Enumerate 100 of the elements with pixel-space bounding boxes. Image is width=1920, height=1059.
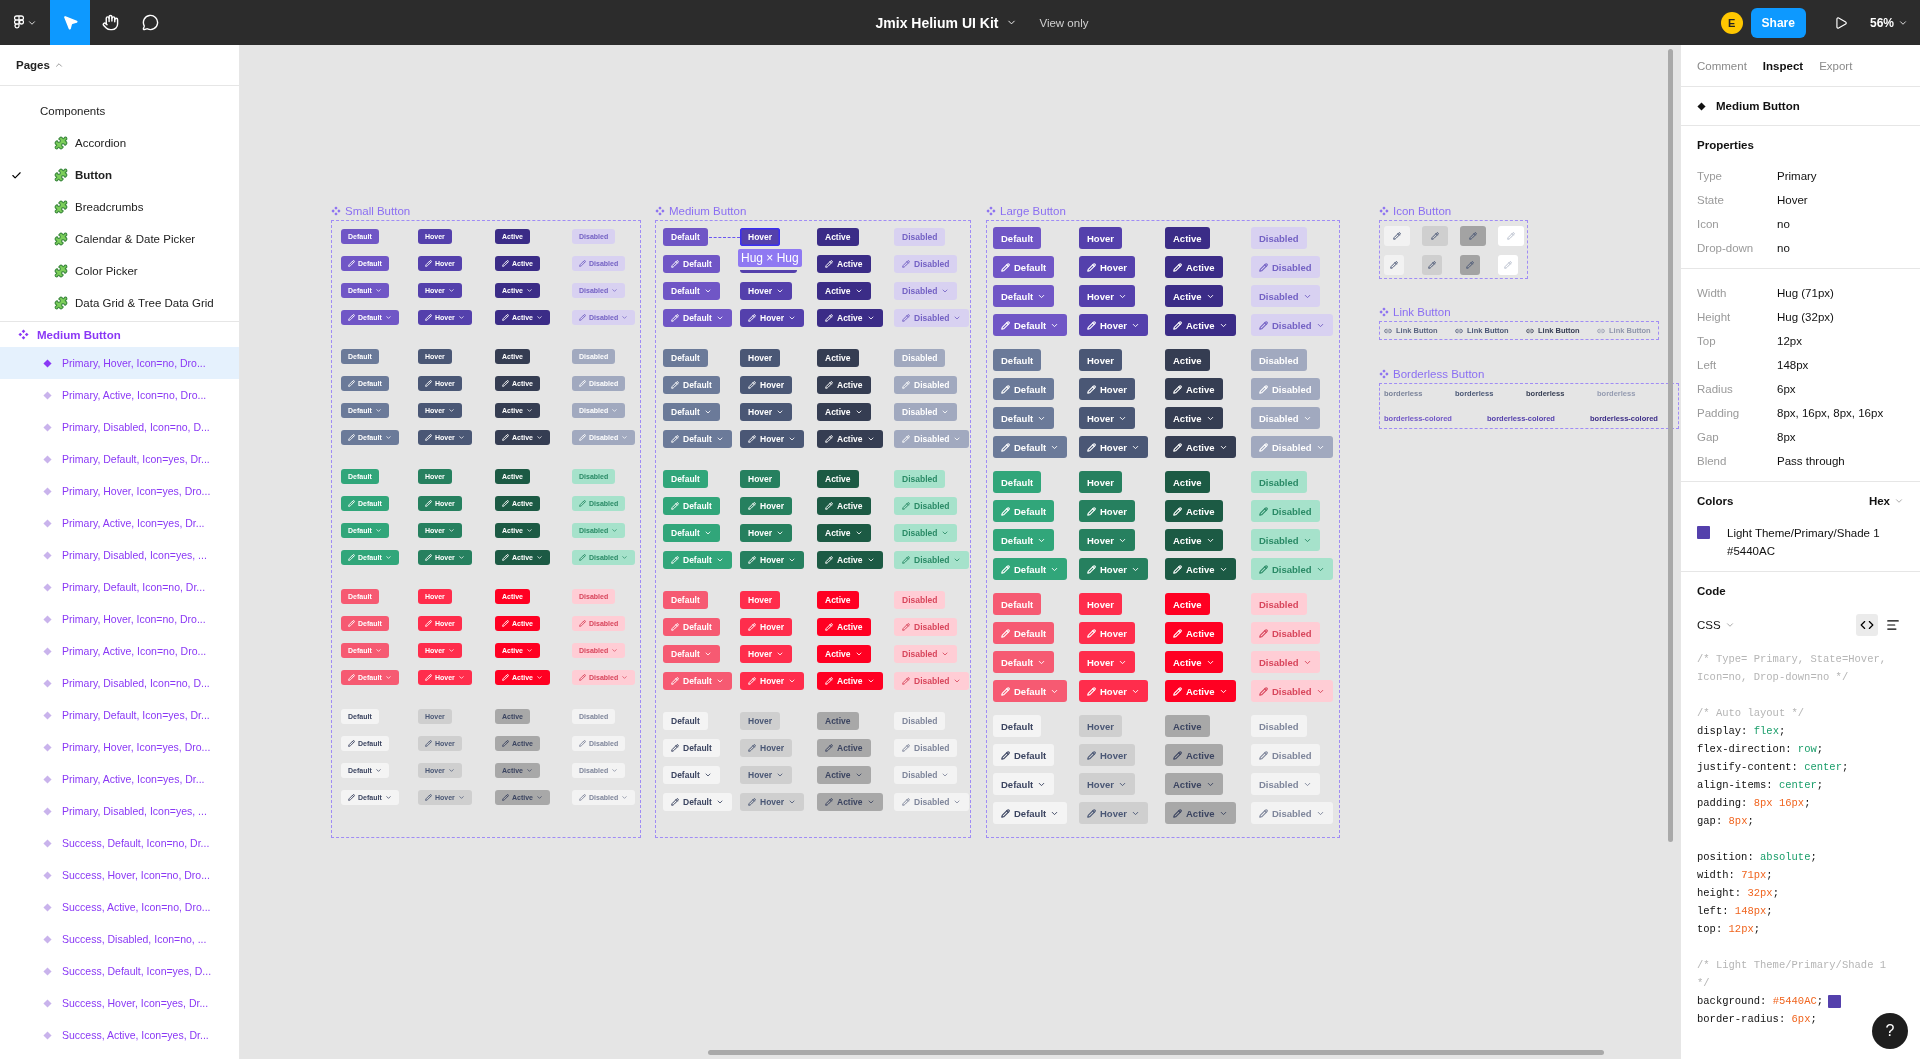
canvas-button[interactable]: Default (663, 349, 708, 367)
scrollbar[interactable] (1668, 49, 1673, 842)
canvas-button[interactable]: Active (817, 591, 859, 609)
frame-title[interactable]: Link Button (1393, 305, 1451, 318)
page-item[interactable]: Components (40, 105, 106, 117)
canvas-button[interactable]: Active (1165, 471, 1210, 493)
canvas-button[interactable]: Hover (740, 739, 793, 757)
canvas-button[interactable]: Default (993, 349, 1042, 371)
canvas-button[interactable]: Hover (1079, 622, 1135, 644)
canvas-button[interactable]: Active (817, 309, 883, 327)
canvas-button[interactable]: Default (663, 228, 708, 246)
canvas-button[interactable]: Active (817, 645, 871, 663)
canvas-button[interactable]: Active (817, 403, 871, 421)
canvas-button[interactable]: Hover (1079, 285, 1135, 307)
icon-button[interactable] (1422, 255, 1442, 275)
canvas-button[interactable]: Default (993, 680, 1068, 702)
page-item[interactable]: Calendar & Date Picker (54, 232, 196, 246)
canvas-button[interactable]: Active (817, 470, 859, 488)
canvas-button[interactable]: Default (663, 430, 732, 448)
canvas-button[interactable]: Hover (1079, 651, 1135, 673)
canvas-button[interactable]: Default (993, 256, 1055, 278)
canvas-button[interactable]: Default (993, 314, 1068, 336)
canvas-button[interactable]: Hover (740, 524, 793, 542)
icon-button[interactable] (1384, 226, 1410, 246)
canvas-button[interactable]: Default (663, 497, 720, 515)
canvas-button[interactable]: Hover (1079, 802, 1148, 824)
icon-button[interactable] (1460, 255, 1480, 275)
canvas-button[interactable]: Default (663, 376, 720, 394)
canvas-button[interactable]: Hover (740, 497, 793, 515)
frame-title[interactable]: Small Button (345, 204, 411, 217)
canvas-button[interactable]: Active (1165, 349, 1210, 371)
canvas-button[interactable]: Hover (1079, 471, 1122, 493)
code-view-button[interactable] (1856, 614, 1878, 636)
canvas-button[interactable]: Active (1165, 744, 1223, 766)
canvas-button[interactable]: Active (1165, 622, 1223, 644)
canvas-button[interactable]: Default (663, 403, 720, 421)
canvas-button[interactable]: Active (1165, 378, 1223, 400)
page-item[interactable]: Breadcrumbs (54, 200, 144, 214)
canvas-button[interactable]: Hover (1079, 558, 1148, 580)
page-item[interactable]: Color Picker (54, 264, 138, 278)
canvas-button[interactable]: Default (993, 715, 1042, 737)
page-item[interactable]: Data Grid & Tree Data Grid (54, 296, 214, 310)
canvas-button[interactable]: Hover (740, 645, 793, 663)
canvas-button[interactable]: Active (817, 793, 883, 811)
canvas-button[interactable]: Default (993, 227, 1042, 249)
canvas-button[interactable]: Active (817, 376, 871, 394)
canvas-button[interactable]: Active (817, 672, 883, 690)
canvas-button[interactable]: Default (993, 378, 1055, 400)
canvas-button[interactable]: Active (1165, 500, 1223, 522)
canvas-button[interactable]: Default (993, 622, 1055, 644)
canvas-button[interactable]: Active (1165, 651, 1223, 673)
canvas-button[interactable]: Default (993, 529, 1055, 551)
icon-button[interactable] (1422, 226, 1448, 246)
canvas-button[interactable]: Hover (740, 228, 781, 246)
canvas-button[interactable]: Default (663, 739, 720, 757)
canvas-button[interactable]: Hover (740, 618, 793, 636)
canvas-button[interactable]: Active (1165, 802, 1236, 824)
canvas-button[interactable]: Active (1165, 314, 1236, 336)
canvas-button[interactable]: Active (817, 766, 871, 784)
frame-title[interactable]: Icon Button (1393, 204, 1452, 217)
canvas-button[interactable]: Hover (740, 309, 805, 327)
canvas-button[interactable]: Hover (740, 430, 805, 448)
canvas-button[interactable]: Default (993, 593, 1042, 615)
canvas-button[interactable]: Active (1165, 558, 1236, 580)
canvas-button[interactable]: Active (817, 228, 859, 246)
language-dropdown[interactable]: CSS (1697, 619, 1735, 631)
layer-item[interactable]: Primary, Hover, Icon=no, Dro... (0, 347, 239, 379)
canvas-button[interactable]: Hover (740, 551, 805, 569)
canvas-button[interactable]: Hover (740, 712, 781, 730)
canvas-button[interactable]: Hover (1079, 529, 1135, 551)
panel-tab[interactable]: Export (1819, 59, 1853, 72)
canvas-button[interactable]: Default (993, 500, 1055, 522)
canvas-button[interactable]: Active (817, 282, 871, 300)
canvas-button[interactable]: Hover (1079, 680, 1148, 702)
icon-button[interactable] (1384, 255, 1404, 275)
panel-tab[interactable]: Comment (1697, 59, 1747, 72)
canvas-button[interactable]: Default (663, 766, 720, 784)
scrollbar[interactable] (708, 1050, 1604, 1055)
canvas-button[interactable]: Default (993, 651, 1055, 673)
icon-button[interactable] (1460, 226, 1486, 246)
canvas-button[interactable]: Hover (1079, 500, 1135, 522)
canvas-button[interactable]: Hover (740, 376, 793, 394)
canvas-button[interactable]: Default (993, 407, 1055, 429)
canvas-button[interactable]: Hover (740, 591, 781, 609)
canvas-button[interactable]: Active (1165, 256, 1223, 278)
frame-title[interactable]: Large Button (1000, 204, 1066, 217)
page-item[interactable]: Button (54, 168, 113, 182)
canvas-button[interactable]: Hover (740, 793, 805, 811)
canvas-button[interactable]: Hover (740, 470, 781, 488)
canvas-button[interactable]: Default (663, 712, 708, 730)
canvas-button[interactable]: Default (993, 285, 1055, 307)
canvas-button[interactable]: Active (817, 255, 871, 273)
canvas-button[interactable]: Hover (1079, 407, 1135, 429)
canvas-button[interactable]: Default (663, 309, 732, 327)
color-format-dropdown[interactable]: Hex (1868, 495, 1904, 507)
user-avatar[interactable]: E (1720, 11, 1743, 34)
canvas-button[interactable]: Active (1165, 593, 1210, 615)
canvas-button[interactable]: Active (1165, 436, 1236, 458)
canvas-button[interactable] (740, 270, 797, 273)
frame-title[interactable]: Medium Button (669, 204, 747, 217)
